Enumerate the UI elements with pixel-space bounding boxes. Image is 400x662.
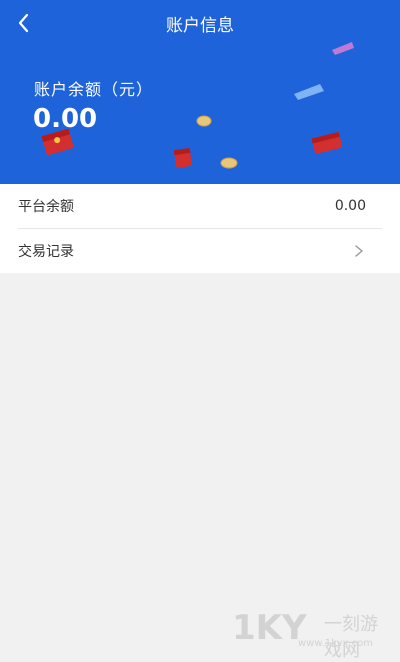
coin-icon: [220, 157, 238, 169]
balance-label: 账户余额（元）: [34, 80, 154, 99]
account-header: 账户信息 账户余额（元） 0.00: [0, 0, 400, 184]
watermark-logo: 1KY: [232, 608, 307, 648]
watermark: 1KY 一刻游戏网 www.1kyx.com: [232, 606, 392, 661]
banknote-icon: [332, 42, 354, 55]
transaction-records-label: 交易记录: [18, 244, 74, 260]
page-title: 账户信息: [166, 16, 234, 36]
chevron-right-icon: [355, 245, 363, 257]
account-list: 平台余额 0.00 交易记录: [0, 184, 400, 273]
platform-balance-label: 平台余额: [18, 199, 74, 215]
platform-balance-row: 平台余额 0.00: [0, 184, 400, 228]
watermark-text: 一刻游戏网: [324, 614, 378, 661]
red-envelope-icon: [173, 147, 192, 168]
platform-balance-value: 0.00: [334, 198, 366, 214]
transaction-records-row[interactable]: 交易记录: [0, 229, 400, 273]
coin-icon: [196, 115, 212, 127]
watermark-url: www.1kyx.com: [298, 638, 373, 649]
red-envelope-icon: [311, 131, 343, 154]
banknote-icon: [294, 84, 324, 100]
red-envelope-icon: [41, 128, 74, 156]
